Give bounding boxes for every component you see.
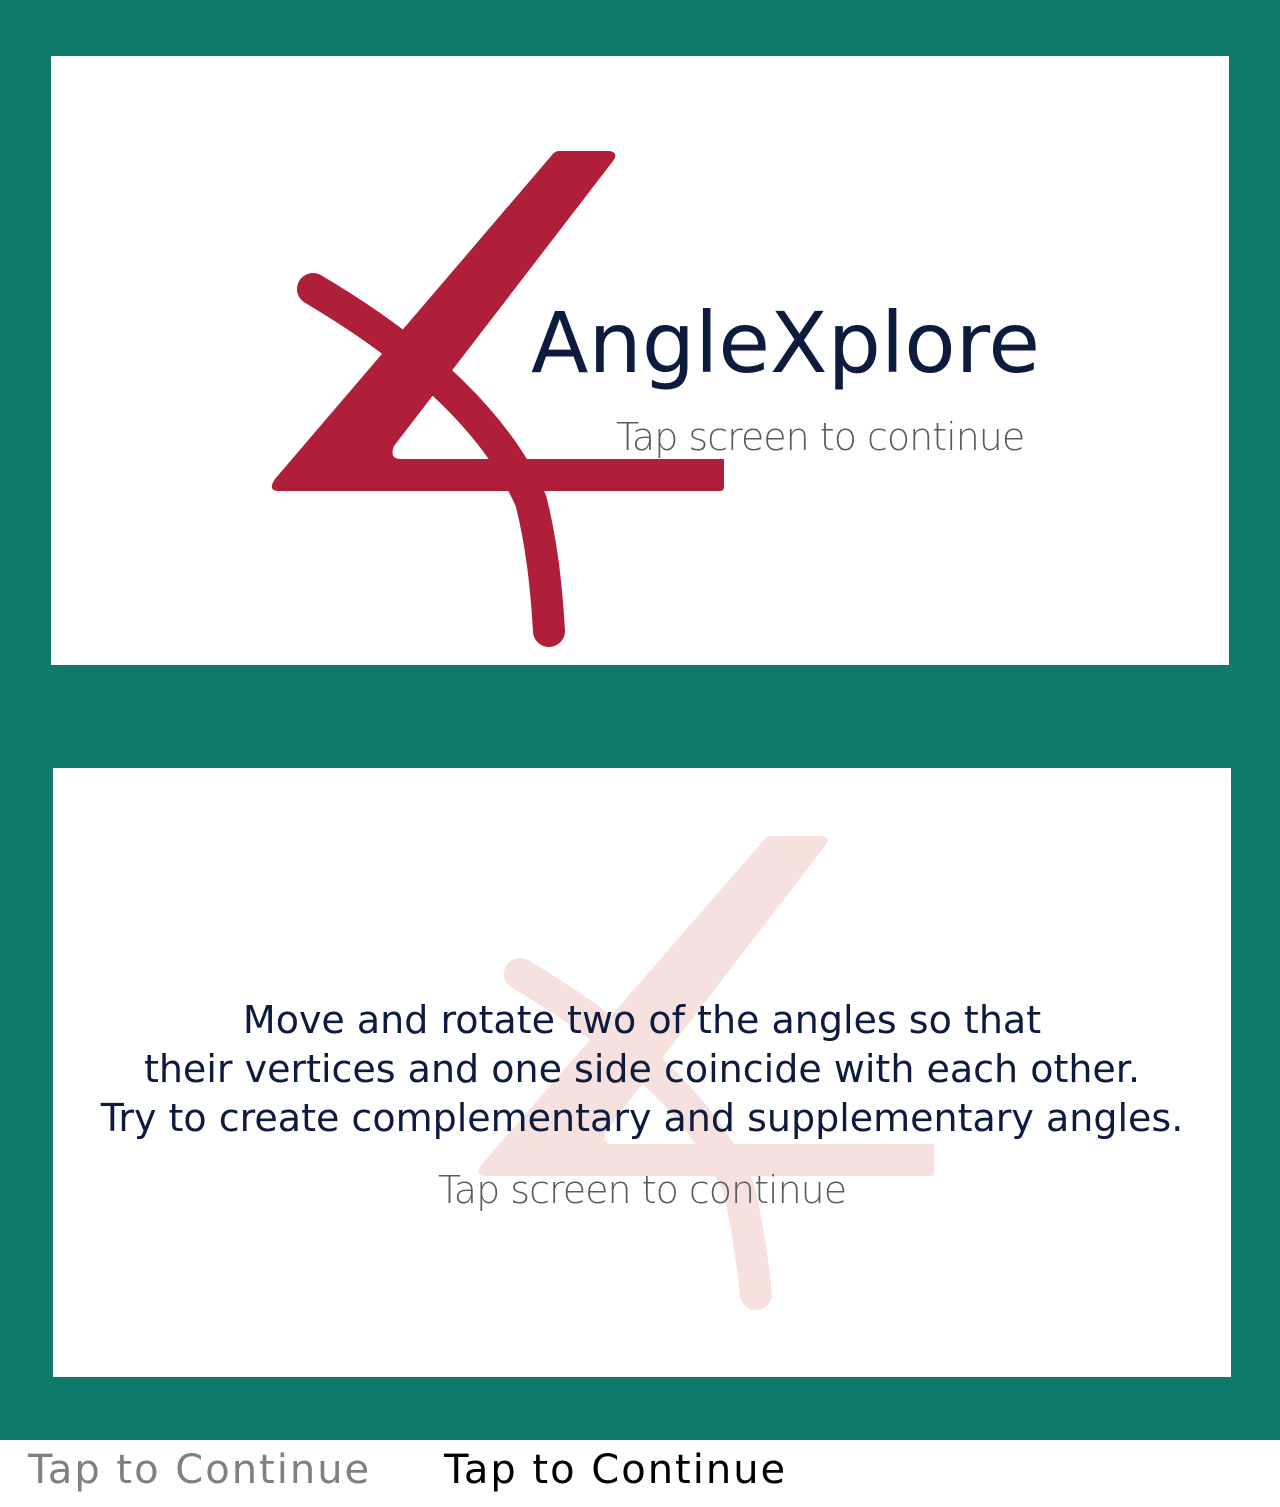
instruction-line: Move and rotate two of the angles so tha… bbox=[242, 998, 1042, 1042]
angle-logo-icon bbox=[271, 151, 724, 647]
instruction-line: their vertices and one side coincide wit… bbox=[143, 1047, 1141, 1091]
tap-to-continue-button-inactive[interactable]: Tap to Continue bbox=[28, 1450, 371, 1490]
tap-hint: Tap screen to continue bbox=[616, 415, 1025, 459]
instructions-text: Move and rotate two of the angles so tha… bbox=[53, 996, 1231, 1143]
app-frame: AngleXplore Tap screen to continue Move … bbox=[0, 0, 1280, 1440]
tap-hint: Tap screen to continue bbox=[437, 1168, 847, 1212]
app-title: AngleXplore bbox=[531, 294, 1041, 392]
footer: Tap to Continue Tap to Continue bbox=[0, 1440, 1280, 1507]
instruction-line: Try to create complementary and suppleme… bbox=[100, 1096, 1184, 1140]
tap-to-continue-button[interactable]: Tap to Continue bbox=[444, 1450, 787, 1490]
instructions-panel[interactable]: Move and rotate two of the angles so tha… bbox=[53, 768, 1231, 1377]
splash-panel[interactable]: AngleXplore Tap screen to continue bbox=[51, 56, 1229, 665]
